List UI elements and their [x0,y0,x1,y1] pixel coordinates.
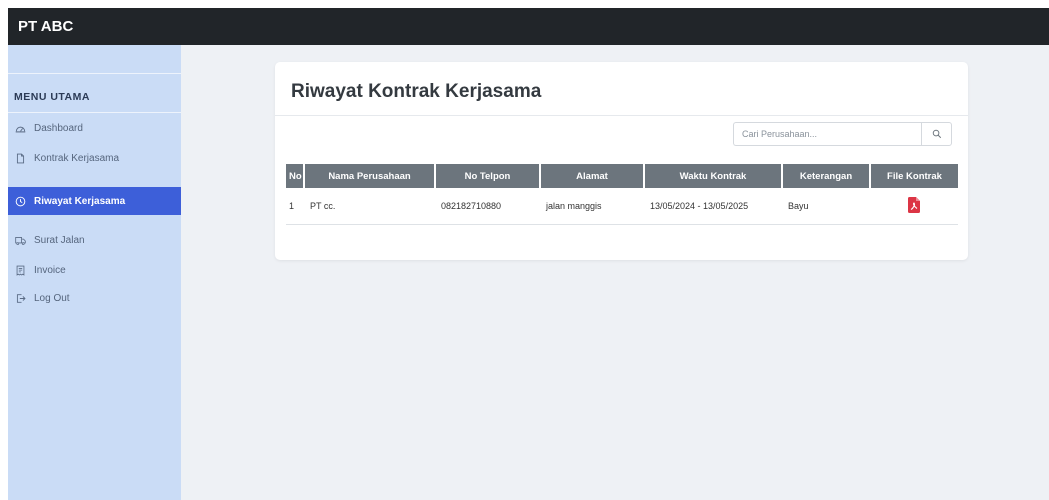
dashboard-icon [15,123,26,134]
pdf-file-icon[interactable] [908,197,920,213]
history-icon [15,196,26,207]
column-header-no-telpon: No Telpon [434,164,540,188]
document-icon [15,153,26,164]
column-header-file-kontrak: File Kontrak [869,164,958,188]
sidebar-item-surat-jalan[interactable]: Surat Jalan [8,226,181,254]
cell-no: 1 [286,188,304,225]
sidebar-item-riwayat-kerjasama[interactable]: Riwayat Kerjasama [8,187,181,215]
column-header-no: No [286,164,304,188]
search-input[interactable] [733,122,921,146]
page-title: Riwayat Kontrak Kerjasama [291,81,542,102]
sidebar-divider [8,73,181,74]
sidebar-item-label: Log Out [34,292,70,304]
sidebar-item-dashboard[interactable]: Dashboard [8,114,181,142]
cell-no-telpon: 082182710880 [435,188,540,225]
sidebar-item-label: Kontrak Kerjasama [34,152,120,164]
sidebar-item-log-out[interactable]: Log Out [8,284,181,312]
sidebar: MENU UTAMA Dashboard Kontrak Kerjasama R… [8,45,181,500]
sidebar-item-invoice[interactable]: Invoice [8,256,181,284]
cell-alamat: jalan manggis [540,188,644,225]
truck-icon [15,235,26,246]
cell-nama-perusahaan: PT cc. [304,188,435,225]
search-group [733,122,952,146]
logout-icon [15,293,26,304]
sidebar-divider [8,112,181,113]
sidebar-item-label: Dashboard [34,122,83,134]
table-row: 1 PT cc. 082182710880 jalan manggis 13/0… [286,188,958,225]
receipt-icon [15,265,26,276]
column-header-keterangan: Keterangan [781,164,870,188]
sidebar-item-label: Riwayat Kerjasama [34,195,126,207]
search-button[interactable] [921,122,952,146]
table-header-row: No Nama Perusahaan No Telpon Alamat Wakt… [286,164,958,188]
cell-keterangan: Bayu [782,188,870,225]
sidebar-item-kontrak-kerjasama[interactable]: Kontrak Kerjasama [8,144,181,172]
sidebar-item-label: Invoice [34,264,66,276]
top-navbar: PT ABC [8,8,1049,45]
column-header-nama-perusahaan: Nama Perusahaan [303,164,435,188]
column-header-alamat: Alamat [539,164,644,188]
search-icon [932,129,942,139]
riwayat-card: Riwayat Kontrak Kerjasama No Nama Perusa… [275,62,968,260]
cell-waktu-kontrak: 13/05/2024 - 13/05/2025 [644,188,782,225]
column-header-waktu-kontrak: Waktu Kontrak [643,164,782,188]
menu-heading: MENU UTAMA [14,91,90,103]
cell-file-kontrak [870,188,958,225]
sidebar-item-label: Surat Jalan [34,234,85,246]
riwayat-table: No Nama Perusahaan No Telpon Alamat Wakt… [286,164,958,225]
card-divider [275,115,968,116]
brand-title[interactable]: PT ABC [18,8,73,45]
